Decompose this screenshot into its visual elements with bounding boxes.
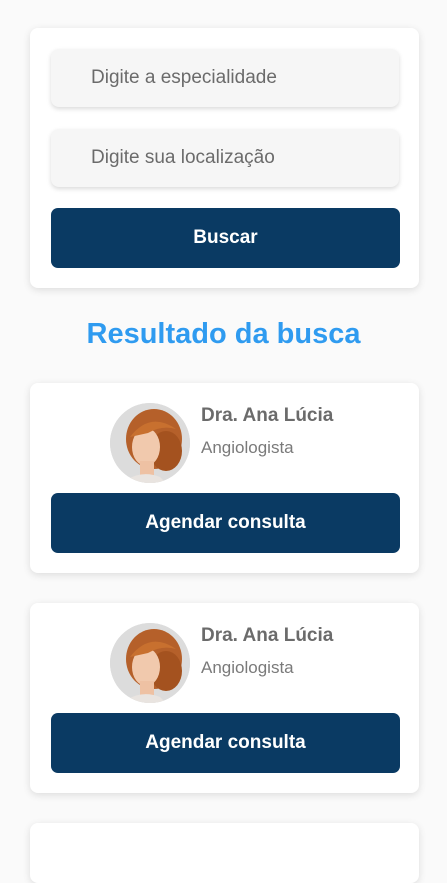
doctor-card	[30, 823, 419, 883]
location-input-placeholder: Digite sua localização	[91, 147, 275, 168]
doctor-name: Dra. Ana Lúcia	[201, 405, 334, 426]
doctor-specialty: Angiologista	[201, 658, 294, 677]
specialty-input-placeholder: Digite a especialidade	[91, 67, 277, 88]
schedule-appointment-label: Agendar consulta	[145, 512, 306, 533]
schedule-appointment-button[interactable]: Agendar consulta	[51, 493, 400, 553]
schedule-appointment-button[interactable]: Agendar consulta	[51, 713, 400, 773]
doctor-card: Dra. Ana Lúcia Angiologista Agendar cons…	[30, 383, 419, 573]
avatar	[110, 623, 190, 703]
doctor-name: Dra. Ana Lúcia	[201, 625, 334, 646]
search-card: Digite a especialidade Digite sua locali…	[30, 28, 419, 288]
specialty-input[interactable]: Digite a especialidade	[51, 49, 399, 107]
avatar	[110, 403, 190, 483]
search-button[interactable]: Buscar	[51, 208, 400, 268]
location-input[interactable]: Digite sua localização	[51, 129, 399, 187]
results-title: Resultado da busca	[86, 318, 361, 350]
doctor-avatar-image	[110, 623, 190, 703]
doctor-specialty: Angiologista	[201, 438, 294, 457]
schedule-appointment-label: Agendar consulta	[145, 732, 306, 753]
search-button-label: Buscar	[193, 227, 258, 248]
doctor-card: Dra. Ana Lúcia Angiologista Agendar cons…	[30, 603, 419, 793]
doctor-avatar-image	[110, 403, 190, 483]
